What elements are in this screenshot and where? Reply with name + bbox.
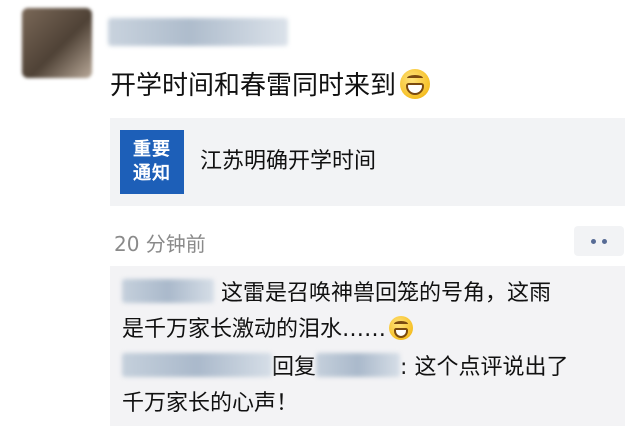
comment-text-line2: 千万家长的心声！ [122, 391, 299, 416]
reply-target-name-blurred[interactable] [316, 353, 401, 377]
thumbnail-text-line1: 重要 [133, 139, 171, 160]
grinning-face-icon [389, 316, 414, 340]
link-thumbnail: 重要 通知 [120, 130, 184, 194]
link-title: 江苏明确开学时间 [200, 149, 377, 174]
more-dots-icon [602, 238, 607, 244]
avatar[interactable] [22, 8, 92, 78]
grinning-face-icon [400, 68, 431, 99]
shared-link-card[interactable]: 重要 通知 江苏明确开学时间 [110, 118, 625, 206]
comments-panel: 这雷是召唤神兽回笼的号角，这雨 是千万家长激动的泪水…… 回复: 这个点评说出了… [110, 266, 625, 426]
username-blurred[interactable] [108, 18, 288, 46]
more-actions-button[interactable] [574, 226, 624, 256]
thumbnail-text-line2: 通知 [133, 163, 171, 184]
comment-item[interactable]: 回复: 这个点评说出了 千万家长的心声！ [122, 350, 622, 422]
comment-text-line1: 这雷是召唤神兽回笼的号角，这雨 [221, 281, 552, 306]
comment-item[interactable]: 这雷是召唤神兽回笼的号角，这雨 是千万家长激动的泪水…… [122, 276, 622, 348]
post-timestamp: 20 分钟前 [114, 232, 206, 256]
comment-text-line1: 这个点评说出了 [414, 355, 569, 380]
commenter-name-blurred[interactable] [122, 279, 214, 303]
comment-text-line2: 是千万家长激动的泪水…… [122, 317, 387, 342]
post-text: 开学时间和春雷同时来到 [110, 66, 431, 106]
post-text-content: 开学时间和春雷同时来到 [110, 71, 397, 101]
more-dots-icon [591, 238, 596, 244]
commenter-name-blurred[interactable] [122, 353, 272, 377]
reply-label: 回复 [272, 355, 317, 380]
